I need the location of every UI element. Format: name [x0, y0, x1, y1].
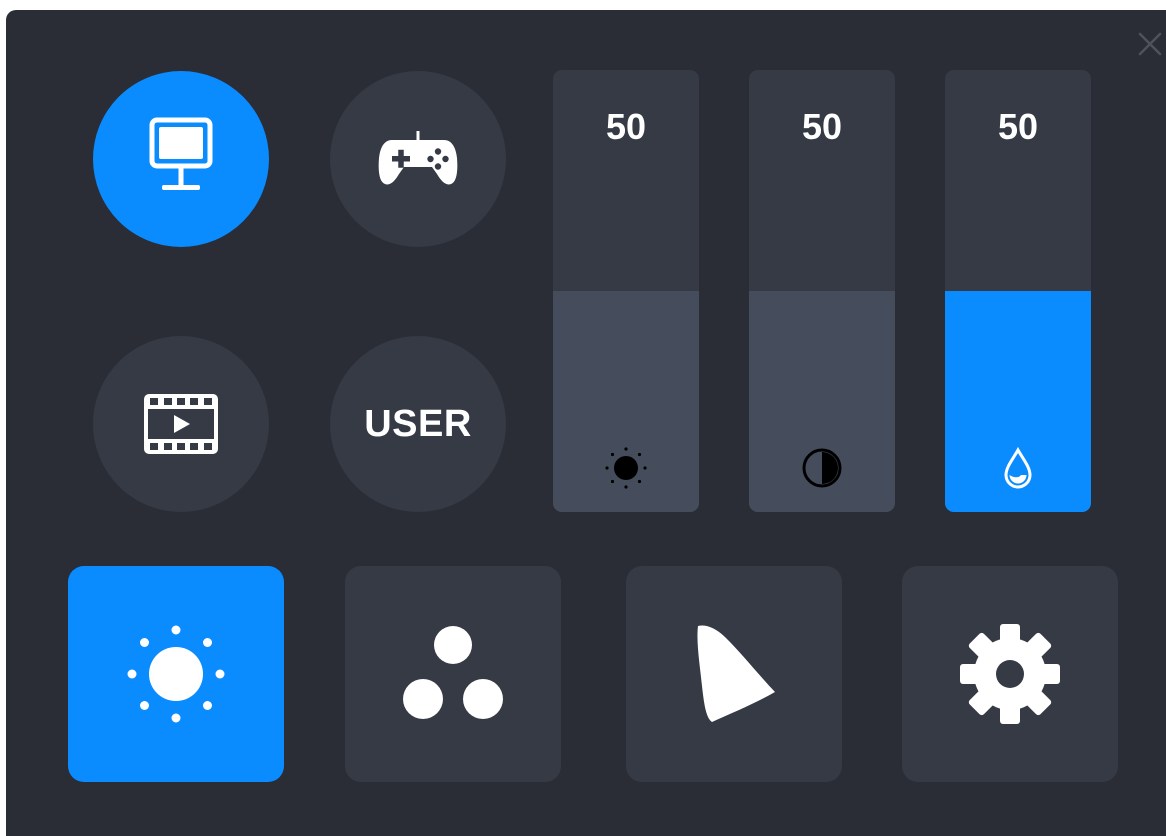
tab-color-gamut[interactable]	[626, 566, 842, 782]
display-control-panel: USER 50 50 50	[6, 10, 1166, 836]
monitor-icon	[149, 117, 213, 190]
user-mode-label: USER	[364, 402, 472, 445]
gamepad-icon	[378, 131, 458, 185]
tab-color[interactable]	[345, 566, 561, 782]
sun-icon	[127, 625, 225, 723]
tab-brightness[interactable]	[68, 566, 284, 782]
contrast-value: 50	[801, 106, 843, 147]
brightness-icon	[604, 446, 648, 490]
film-icon	[144, 394, 218, 454]
brightness-slider[interactable]: 50	[553, 70, 699, 512]
three-circles-icon	[403, 626, 503, 719]
mode-game-button[interactable]	[330, 71, 506, 247]
water-drop-icon	[996, 446, 1040, 490]
contrast-slider[interactable]: 50	[749, 70, 895, 512]
mode-user-button[interactable]: USER	[330, 336, 506, 512]
gear-icon	[960, 624, 1060, 724]
color-gamut-icon	[697, 625, 775, 722]
mode-standard-button[interactable]	[93, 71, 269, 247]
saturation-slider[interactable]: 50	[945, 70, 1091, 512]
contrast-icon	[800, 446, 844, 490]
mode-movie-button[interactable]	[93, 336, 269, 512]
brightness-value: 50	[605, 106, 647, 147]
tab-settings[interactable]	[902, 566, 1118, 782]
close-icon	[1138, 32, 1162, 56]
close-button[interactable]	[1134, 28, 1166, 60]
saturation-value: 50	[997, 106, 1039, 147]
